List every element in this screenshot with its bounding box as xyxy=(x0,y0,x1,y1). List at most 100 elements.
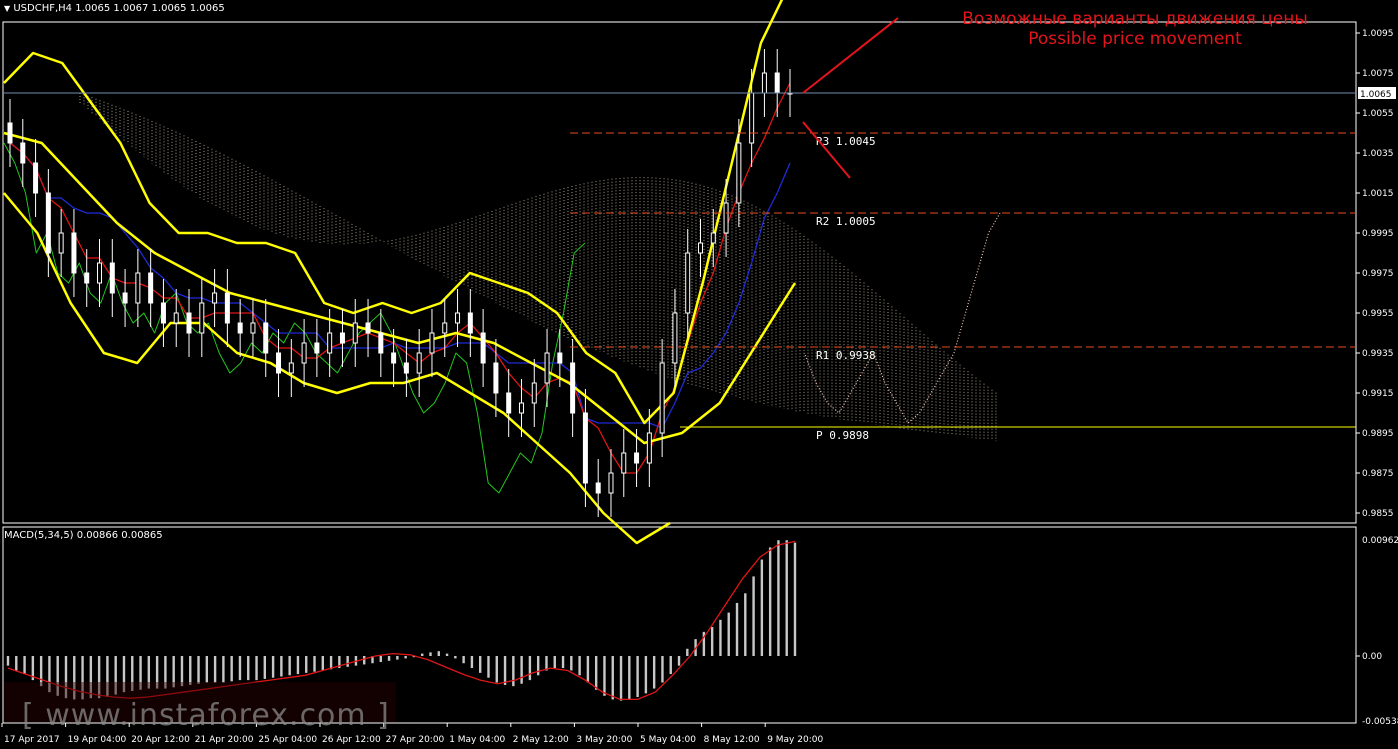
macd-bar xyxy=(271,656,275,678)
x-tick-label: 21 Apr 20:00 xyxy=(195,735,254,745)
candle-body xyxy=(416,352,422,374)
current-price-tag-label: 1.0065 xyxy=(1360,90,1392,100)
macd-bar xyxy=(744,593,747,656)
macd-bar xyxy=(445,653,449,656)
macd-bar xyxy=(628,656,631,700)
macd-bar xyxy=(603,656,606,696)
candle-body xyxy=(173,312,179,324)
candle-body xyxy=(582,412,588,484)
macd-bar xyxy=(180,656,184,687)
macd-bar xyxy=(346,656,349,667)
symbol-header: ▼ USDCHF,H4 1.0065 1.0067 1.0065 1.0065 xyxy=(4,3,225,14)
candle-body xyxy=(774,72,780,94)
candle-body xyxy=(710,232,716,244)
x-tick-label: 1 May 04:00 xyxy=(449,735,505,745)
x-tick-label: 19 Apr 04:00 xyxy=(68,735,127,745)
candle-body xyxy=(97,262,103,284)
candle-body xyxy=(237,322,243,334)
macd-bar xyxy=(437,651,440,656)
macd-bar xyxy=(719,619,722,656)
macd-signal-line xyxy=(7,540,796,701)
macd-bar xyxy=(503,656,507,685)
macd-histogram xyxy=(6,540,797,701)
macd-bar xyxy=(15,656,18,671)
macd-bar xyxy=(296,656,300,675)
collapse-triangle-icon[interactable]: ▼ xyxy=(4,4,10,13)
macd-bar xyxy=(644,656,648,694)
candle-body xyxy=(723,202,729,234)
candle-body xyxy=(199,302,205,334)
candle-body xyxy=(186,312,192,334)
annotation-note: Возможные варианты движения цены Possibl… xyxy=(940,9,1330,49)
macd-bar xyxy=(39,656,43,687)
candle-body xyxy=(646,432,652,464)
x-tick-label: 2 May 12:00 xyxy=(513,735,569,745)
x-tick-label: 5 May 04:00 xyxy=(640,735,696,745)
x-tick-label: 17 Apr 2017 xyxy=(4,735,60,745)
macd-bar xyxy=(6,656,10,666)
macd-bar xyxy=(495,656,498,683)
candle-body xyxy=(301,342,307,364)
y-tick-label: 0.9875 xyxy=(1362,469,1394,479)
y-tick-label: 0.9895 xyxy=(1362,429,1394,439)
candle-body xyxy=(672,312,678,364)
watermark: [ www.instaforex.com ] xyxy=(22,698,390,733)
level-label-r1: R1 0.9938 xyxy=(816,349,876,362)
level-label-r3: R3 1.0045 xyxy=(816,135,876,148)
candle-body xyxy=(276,352,282,374)
candle-body xyxy=(160,302,166,324)
macd-bar xyxy=(619,656,623,701)
candle-body xyxy=(493,362,499,394)
candle-body xyxy=(84,272,90,284)
level-label-p: P 0.9898 xyxy=(816,429,869,442)
macd-bar xyxy=(197,656,200,684)
y-tick-label: 0.9975 xyxy=(1362,269,1394,279)
x-tick-label: 3 May 20:00 xyxy=(576,735,632,745)
macd-bar xyxy=(586,656,590,683)
y-tick-label: 1.0095 xyxy=(1362,29,1394,39)
y-tick-label: 1.0075 xyxy=(1362,69,1394,79)
arrow-down-line xyxy=(802,121,851,179)
candle-body xyxy=(595,482,601,494)
candle-body xyxy=(288,362,294,374)
kijun-sen-line xyxy=(9,142,791,429)
candle-body xyxy=(544,352,550,384)
annotation-line-ru: Возможные варианты движения цены xyxy=(962,9,1308,29)
macd-bar xyxy=(636,656,639,697)
candle-body xyxy=(365,322,371,334)
candle-body xyxy=(58,232,64,254)
macd-bar xyxy=(313,656,316,672)
y-tick-label: 1.0055 xyxy=(1362,109,1394,119)
macd-bar xyxy=(230,656,233,682)
macd-bar xyxy=(429,652,432,656)
macd-bar xyxy=(686,648,689,656)
chart-canvas: 1.0095 1.0075 1.0055 1.0035 1.0015 0.9995 0.99… xyxy=(1,0,1398,745)
macd-bar xyxy=(189,656,192,685)
candle-body xyxy=(442,322,448,334)
candle-body xyxy=(250,322,256,334)
macd-bar xyxy=(247,656,250,681)
x-tick-label: 8 May 12:00 xyxy=(704,735,760,745)
candle-body xyxy=(339,332,345,344)
macd-bar xyxy=(661,656,664,683)
macd-bar xyxy=(379,656,382,663)
macd-bar xyxy=(363,656,366,665)
macd-bar xyxy=(570,656,573,671)
macd-bar xyxy=(280,656,283,677)
symbol-ohlc-text: USDCHF,H4 1.0065 1.0067 1.0065 1.0065 xyxy=(13,3,225,14)
candle-body xyxy=(391,352,397,364)
x-tick-label: 26 Apr 12:00 xyxy=(322,735,381,745)
macd-bar xyxy=(677,656,681,666)
main-panel-frame xyxy=(2,21,1357,524)
projected-path-line xyxy=(803,212,1001,424)
macd-bar xyxy=(785,540,788,656)
macd-bar xyxy=(404,656,407,659)
macd-bar xyxy=(594,656,598,690)
candle-body xyxy=(263,322,269,354)
x-tick-label: 27 Apr 20:00 xyxy=(386,735,445,745)
macd-bar xyxy=(454,656,457,659)
y-tick-label: 0.9995 xyxy=(1362,229,1394,239)
candle-body xyxy=(45,192,51,254)
candle-body xyxy=(20,142,26,164)
candle-body xyxy=(761,72,767,94)
